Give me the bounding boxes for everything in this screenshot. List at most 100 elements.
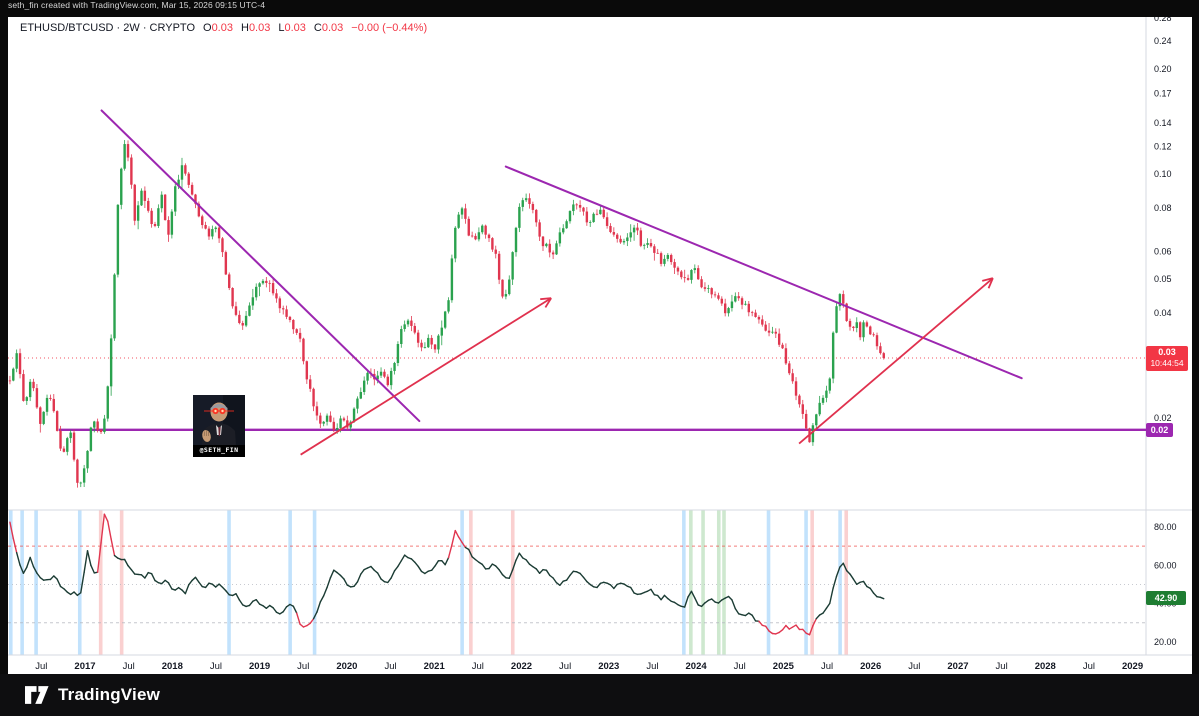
candle-body [690,270,693,280]
candle-body [504,294,508,297]
candle-body [42,411,45,424]
candle-body [720,298,724,304]
time-axis-label: 2019 [249,661,270,672]
price-axis-label: 0.02 [1154,413,1172,423]
candle-body [406,320,410,325]
candle-body [629,232,632,238]
candle-body [386,376,389,386]
rsi-segment [86,550,92,567]
time-axis-labels[interactable]: Jul 2017 Jul 2018 Jul 2019 Jul 2020 Jul 2021 Jul 20… [35,661,1143,672]
candle-body [413,325,416,333]
candle-body [464,208,467,219]
candle-body [852,326,855,329]
trendline[interactable] [100,109,421,423]
candle-body [855,322,858,329]
rsi-event-band [682,510,686,655]
candle-body [261,280,265,284]
price-axis-label: 0.17 [1154,89,1172,99]
candle-body [362,380,366,393]
ohlc-open: O0.03 [203,22,233,34]
rsi-segment [110,538,116,557]
candle-body [430,337,433,345]
rsi-event-band [288,510,292,655]
candle-body [319,415,322,424]
rsi-segment [694,597,699,606]
candle-body [403,324,406,330]
rsi-segment [161,579,166,585]
candle-body [79,482,82,484]
candle-body [632,227,636,233]
rsi-segment [727,595,733,601]
rsi-event-band [689,510,693,655]
candle-body [696,268,700,280]
rsi-line [9,513,885,636]
ohlc-label: H [240,22,249,34]
rsi-event-band [510,510,515,655]
price-axis-label: 0.06 [1154,246,1172,256]
trend-arrow[interactable] [798,277,994,445]
candle-body [538,222,541,237]
rsi-segment [565,574,571,581]
tradingview-wordmark[interactable]: TradingView [58,685,160,705]
candle-body [818,402,821,415]
rsi-segment [103,513,109,522]
candle-body [228,274,231,289]
bar-countdown: 10:44:54 [1150,358,1184,369]
candle-body [467,218,470,236]
candle-body [825,390,828,398]
candle-body [700,279,703,288]
candle-body [180,165,184,180]
candle-body [862,322,865,338]
rsi-axis-labels[interactable]: 80.0060.0040.0020.00 [1154,522,1177,647]
rsi-segment [872,592,878,598]
rsi-event-band [77,510,82,655]
candle-body [82,468,86,483]
trendline[interactable] [504,165,1023,380]
candle-body [794,381,798,396]
candle-body [18,353,22,375]
chart-canvas[interactable]: Jul 2017 Jul 2018 Jul 2019 Jul 2020 Jul 2021 Jul 20… [8,17,1192,674]
symbol-legend[interactable]: ETHUSD/BTCUSD · 2W · CRYPTO O0.03 H0.03 … [20,22,427,34]
candle-body [518,206,521,228]
candle-body [710,288,713,295]
rsi-segment [630,586,635,594]
rsi-segment [869,587,875,594]
candle-body [609,225,612,233]
symbol-title[interactable]: ETHUSD/BTCUSD · 2W · CRYPTO [20,22,195,34]
ohlc-value: 0.03 [321,22,344,34]
rsi-segment [609,584,615,590]
candle-body [366,372,369,381]
candle-body [214,227,217,230]
candle-body [59,430,62,449]
rsi-segment [538,568,544,574]
rsi-segment [376,572,382,580]
time-axis-label: Jul [472,661,484,672]
candle-body [440,327,443,336]
candle-body [842,294,845,304]
candle-body [727,308,730,314]
candle-body [238,314,241,324]
candle-body [754,312,757,317]
rsi-segment [15,551,21,566]
rsi-event-band [119,510,124,655]
candle-body [555,243,558,255]
tradingview-logo-icon[interactable] [25,685,49,705]
candle-body [713,294,717,296]
candle-body [251,297,255,306]
candle-body [511,252,514,280]
candle-body [767,330,771,333]
candle-body [22,374,25,401]
candle-body [882,353,885,359]
rsi-axis-label: 80.00 [1154,522,1177,532]
candle-body [383,371,386,377]
candle-body [788,363,791,374]
rsi-event-band [810,510,814,655]
candle-body [204,225,207,229]
candle-body [302,338,305,362]
candle-body [282,308,285,310]
rsi-levels [8,545,1146,624]
rsi-segment [360,568,365,575]
candle-body [400,329,403,344]
trend-arrow[interactable] [300,297,552,456]
candle-body [143,190,147,201]
